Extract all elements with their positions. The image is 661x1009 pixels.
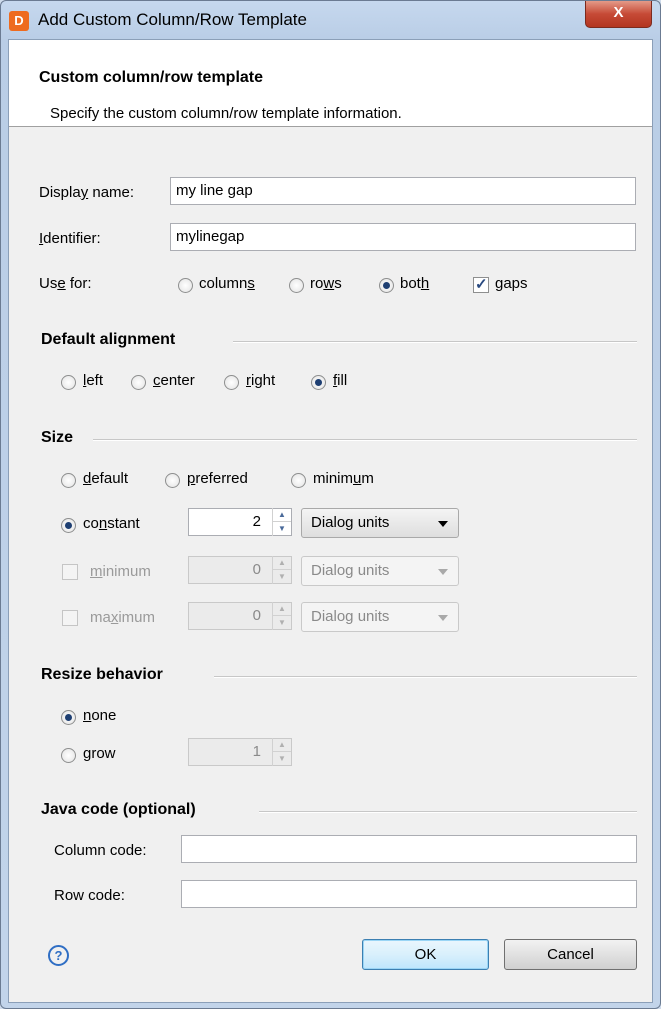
spin-up-icon: ▲ (273, 556, 291, 570)
spin-down-icon: ▼ (278, 754, 286, 763)
align-right-label[interactable]: right (246, 372, 275, 389)
align-right-radio[interactable] (224, 375, 239, 390)
spin-up-icon: ▲ (273, 602, 291, 616)
constant-size-spinner[interactable]: ▲ ▼ (272, 508, 291, 536)
chevron-down-icon (438, 521, 448, 527)
identifier-label: Identifier: (39, 230, 101, 247)
align-center-radio[interactable] (131, 375, 146, 390)
use-for-both-radio[interactable] (379, 278, 394, 293)
use-for-both-label[interactable]: both (400, 275, 429, 292)
size-default-radio[interactable] (61, 473, 76, 488)
use-for-columns-radio[interactable] (178, 278, 193, 293)
gaps-label[interactable]: gaps (495, 275, 528, 292)
size-constant-label[interactable]: constant (83, 515, 140, 532)
spin-up-icon[interactable]: ▲ (273, 508, 291, 522)
size-heading: Size (41, 429, 74, 446)
cancel-button[interactable]: Cancel (504, 939, 637, 970)
max-unit-value: Dialog units (311, 608, 390, 625)
ok-button[interactable]: OK (362, 939, 489, 970)
title-bar[interactable]: D Add Custom Column/Row Template X (1, 1, 660, 39)
resize-behavior-heading: Resize behavior (41, 666, 163, 683)
section-divider (214, 676, 637, 678)
grow-weight-spinner: ▲ ▼ (272, 738, 291, 766)
min-unit-dropdown: Dialog units (301, 556, 459, 586)
constant-unit-value: Dialog units (311, 514, 390, 531)
size-constant-radio[interactable] (61, 518, 76, 533)
banner-description: Specify the custom column/row template i… (50, 105, 402, 122)
max-size-label: maximum (90, 609, 156, 626)
display-name-label: Display name: (39, 184, 135, 201)
banner-title: Custom column/row template (39, 69, 264, 86)
align-fill-label[interactable]: fill (333, 372, 347, 389)
min-size-spinner: ▲ ▼ (272, 556, 291, 584)
app-icon: D (9, 11, 29, 31)
gaps-checkbox[interactable] (473, 275, 489, 293)
spin-up-icon: ▲ (273, 738, 291, 752)
default-alignment-heading: Default alignment (41, 331, 176, 348)
section-divider (233, 341, 637, 343)
header-banner: Custom column/row template Specify the c… (9, 40, 652, 127)
column-code-label: Column code: (54, 842, 147, 859)
java-code-heading: Java code (optional) (41, 801, 196, 818)
min-size-label: minimum (90, 563, 151, 580)
spin-down-icon: ▼ (278, 618, 286, 627)
identifier-field[interactable]: mylinegap (170, 223, 636, 251)
row-code-field[interactable] (181, 880, 637, 908)
align-fill-radio[interactable] (311, 375, 326, 390)
help-icon[interactable]: ? (48, 945, 69, 966)
resize-none-radio[interactable] (61, 710, 76, 725)
spin-down-icon[interactable]: ▼ (273, 522, 291, 535)
section-divider (93, 439, 637, 441)
resize-none-label[interactable]: none (83, 707, 116, 724)
size-minimum-radio[interactable] (291, 473, 306, 488)
min-unit-value: Dialog units (311, 562, 390, 579)
size-default-label[interactable]: default (83, 470, 128, 487)
chevron-down-icon (438, 569, 448, 575)
resize-grow-radio[interactable] (61, 748, 76, 763)
use-for-rows-label[interactable]: rows (310, 275, 342, 292)
min-size-checkbox[interactable] (62, 564, 78, 580)
align-left-radio[interactable] (61, 375, 76, 390)
max-size-checkbox[interactable] (62, 610, 78, 626)
window-title: Add Custom Column/Row Template (38, 10, 307, 29)
size-minimum-label[interactable]: minimum (313, 470, 374, 487)
align-left-label[interactable]: left (83, 372, 103, 389)
chevron-down-icon (438, 615, 448, 621)
max-size-spinner: ▲ ▼ (272, 602, 291, 630)
size-preferred-label[interactable]: preferred (187, 470, 248, 487)
display-name-field[interactable]: my line gap (170, 177, 636, 205)
section-divider (259, 811, 637, 813)
use-for-label: Use for: (39, 275, 92, 292)
size-preferred-radio[interactable] (165, 473, 180, 488)
resize-grow-label[interactable]: grow (83, 745, 116, 762)
constant-unit-dropdown[interactable]: Dialog units (301, 508, 459, 538)
column-code-field[interactable] (181, 835, 637, 863)
use-for-rows-radio[interactable] (289, 278, 304, 293)
use-for-columns-label[interactable]: columns (199, 275, 255, 292)
spin-down-icon: ▼ (278, 572, 286, 581)
row-code-label: Row code: (54, 887, 125, 904)
align-center-label[interactable]: center (153, 372, 195, 389)
dialog-window: D Add Custom Column/Row Template X Custo… (0, 0, 661, 1009)
close-button[interactable]: X (585, 1, 652, 28)
max-unit-dropdown: Dialog units (301, 602, 459, 632)
